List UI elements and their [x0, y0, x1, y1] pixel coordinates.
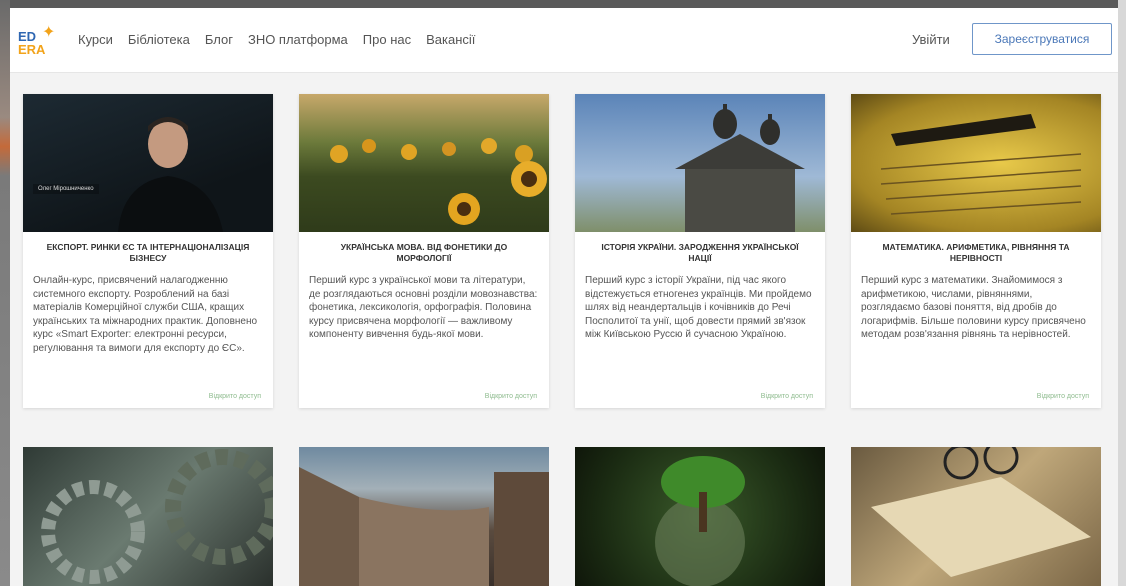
course-card-ecology[interactable] [575, 447, 825, 586]
course-description: Перший курс з математики. Знайомимося з … [861, 275, 1086, 340]
course-card-ukrainian[interactable]: Українська мова. Від фонетики до морфоло… [299, 94, 549, 408]
course-image-export: Олег Мірошниченко [23, 94, 273, 232]
course-card-gears[interactable] [23, 447, 273, 586]
browser-frame-left [0, 0, 10, 586]
nav-link-library[interactable]: Бібліотека [128, 32, 190, 47]
book-glasses-photo [871, 447, 1091, 577]
course-card-math[interactable]: Математика. Арифметика, рівняння та нері… [851, 94, 1101, 408]
access-status: Відкрито доступ [208, 393, 261, 400]
nav-link-blog[interactable]: Блог [205, 32, 233, 47]
sunflower-field-photo [330, 138, 547, 225]
building-photo [299, 467, 549, 586]
access-status: Відкрито доступ [760, 393, 813, 400]
login-link[interactable]: Увійти [912, 32, 950, 47]
presenter-photo [118, 117, 223, 232]
nav-link-vacancies[interactable]: Вакансії [426, 32, 475, 47]
course-description: Перший курс з української мови та літера… [309, 275, 538, 340]
course-description: Онлайн-курс, присвячений налагодженню си… [33, 275, 258, 354]
presenter-name-caption: Олег Мірошниченко [33, 184, 99, 194]
nav-link-courses[interactable]: Курси [78, 32, 113, 47]
register-button[interactable]: Зареєструватися [972, 23, 1112, 55]
tree-globe-photo [655, 456, 745, 586]
gears-photo [41, 449, 273, 584]
logo-star-icon: ✦ [42, 24, 56, 41]
course-title[interactable]: Експорт. Ринки ЄС та інтернаціоналізація… [23, 232, 273, 268]
access-status: Відкрито доступ [484, 393, 537, 400]
course-card-export[interactable]: Олег Мірошниченко Експорт. Ринки ЄС та і… [23, 94, 273, 408]
logo-text-bottom: ERA [18, 42, 46, 57]
nav-link-about[interactable]: Про нас [363, 32, 411, 47]
nav-link-zno-platform[interactable]: ЗНО платформа [248, 32, 348, 47]
course-card-architecture[interactable] [299, 447, 549, 586]
course-title[interactable]: Українська мова. Від фонетики до морфоло… [299, 232, 549, 268]
handwritten-paper-photo [880, 114, 1082, 215]
course-image-church [575, 94, 825, 232]
access-status: Відкрито доступ [1036, 393, 1089, 400]
browser-frame-top [0, 0, 1126, 8]
course-card-history[interactable]: Історія України. Зародження української … [575, 94, 825, 408]
course-card-book[interactable] [851, 447, 1101, 586]
course-title[interactable]: Математика. Арифметика, рівняння та нері… [851, 232, 1101, 268]
course-description: Перший курс з історії України, під час я… [585, 275, 812, 340]
course-image-sunflowers [299, 94, 549, 232]
course-title[interactable]: Історія України. Зародження української … [575, 232, 825, 268]
wooden-church-photo [675, 104, 805, 232]
main-nav: Курси Бібліотека Блог ЗНО платформа Про … [78, 32, 475, 47]
course-image-math [851, 94, 1101, 232]
edera-logo[interactable]: ED ERA ✦ [18, 22, 60, 60]
top-navbar: ED ERA ✦ Курси Бібліотека Блог ЗНО платф… [10, 8, 1118, 73]
browser-frame-right [1118, 0, 1126, 586]
